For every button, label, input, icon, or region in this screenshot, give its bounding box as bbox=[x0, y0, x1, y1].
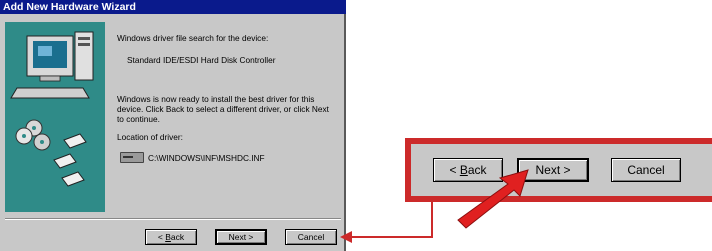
callout-overlay bbox=[340, 169, 529, 243]
connector-line bbox=[350, 202, 433, 238]
connector-arrow-icon bbox=[340, 231, 352, 243]
arrow-icon bbox=[457, 169, 529, 229]
